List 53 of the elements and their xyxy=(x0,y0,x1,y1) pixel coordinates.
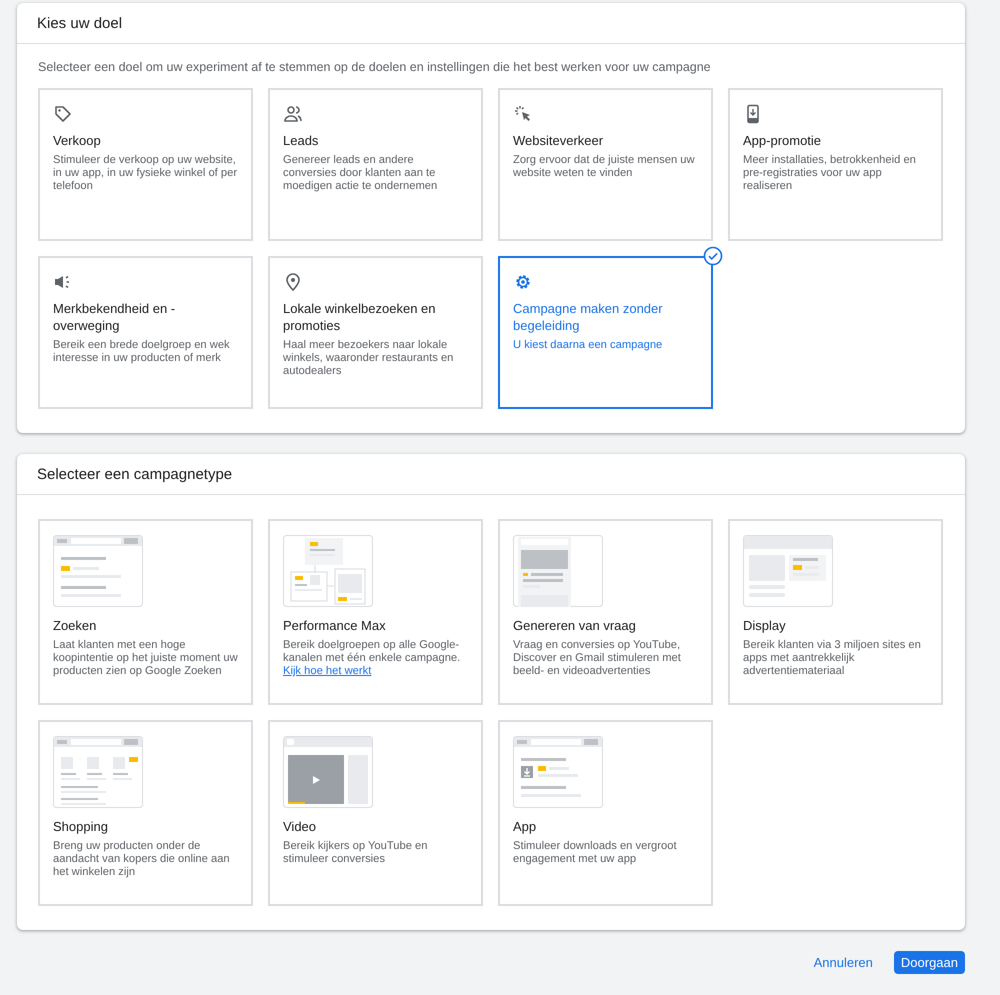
checkmark-icon xyxy=(703,246,723,266)
option-title: Leads xyxy=(283,132,318,149)
option-description: Stimuleer de verkoop op uw website, in uw app, in uw fysieke winkel of per telefoon xyxy=(53,154,238,193)
option-description: Bereik klanten via 3 miljoen sites en apps met aantrekkelijk advertentiemateriaal xyxy=(743,639,922,678)
option-description: Haal meer bezoekers naar lokale winkels, waaronder restaurants en autodealers xyxy=(283,339,454,378)
option-title: Campagne maken zonder begeleiding xyxy=(513,300,664,334)
option-description: U kiest daarna een campagne xyxy=(513,339,662,352)
option-title: Video xyxy=(283,818,316,835)
cancel-button[interactable]: Annuleren xyxy=(806,951,880,974)
option-description: Genereer leads en andere conversies door klanten aan te moedigen actie te ondernemen xyxy=(283,154,438,193)
campaign-type-option[interactable]: Performance Max Bereik doelgroepen op alle Google-kanalen met één enkele campagne. Kijk hoe het werkt xyxy=(268,519,483,705)
option-description: Bereik kijkers op YouTube en stimuleer conversies xyxy=(283,840,428,866)
section-title: Kies uw doel xyxy=(17,3,965,44)
option-description: Vraag en conversies op YouTube, Discover en Gmail stimuleren met beeld- en videoadvertenties xyxy=(513,639,682,678)
option-title: Websiteverkeer xyxy=(513,132,604,149)
option-description: Zorg ervoor dat de juiste mensen uw website weten te vinden xyxy=(513,154,696,180)
section-description: Selecteer een doel om uw experiment af te stemmen op de doelen en instellingen die het best werken voor uw campagne xyxy=(38,60,712,74)
option-title: Verkoop xyxy=(53,132,101,149)
option-title: Shopping xyxy=(53,818,108,835)
option-title: Merkbekendheid en -overweging xyxy=(53,300,176,334)
learn-more-link[interactable]: Kijk hoe het werkt xyxy=(283,665,372,677)
goal-option[interactable]: Merkbekendheid en -overweging Bereik een brede doelgroep en wek interesse in uw producten of merk xyxy=(38,256,253,409)
option-description: Breng uw producten onder de aandacht van kopers die online aan het winkelen zijn xyxy=(53,840,231,879)
campaign-type-option[interactable]: Shopping Breng uw producten onder de aandacht van kopers die online aan het winkelen zijn xyxy=(38,720,253,906)
option-title: Display xyxy=(743,617,786,634)
goal-option[interactable]: Websiteverkeer Zorg ervoor dat de juiste mensen uw website weten te vinden xyxy=(498,88,713,241)
option-description: Bereik doelgroepen op alle Google-kanalen met één enkele campagne. Kijk hoe het werkt xyxy=(283,639,462,678)
option-description: Stimuleer downloads en vergroot engagement met uw app xyxy=(513,840,678,866)
campaign-type-option[interactable]: Display Bereik klanten via 3 miljoen sites en apps met aantrekkelijk advertentiemateriaal xyxy=(728,519,943,705)
option-title: Genereren van vraag xyxy=(513,617,636,634)
goal-option[interactable]: App-promotie Meer installaties, betrokkenheid en pre-registraties voor uw app realiseren xyxy=(728,88,943,241)
option-description: Laat klanten met een hoge koopintentie op het juiste moment uw producten zien op Google Zoeken xyxy=(53,639,238,678)
campaign-type-option[interactable]: Video Bereik kijkers op YouTube en stimuleer conversies xyxy=(268,720,483,906)
section-title: Selecteer een campagnetype xyxy=(17,454,965,495)
continue-button[interactable]: Doorgaan xyxy=(894,951,965,974)
option-title: Lokale winkelbezoeken en promoties xyxy=(283,300,436,334)
option-title: App-promotie xyxy=(743,132,822,149)
tag-icon xyxy=(53,104,73,124)
option-description: Meer installaties, betrokkenheid en pre-registraties voor uw app realiseren xyxy=(743,154,917,193)
cursor-click-icon xyxy=(513,104,533,124)
people-icon xyxy=(283,104,303,124)
option-title: App xyxy=(513,818,536,835)
goal-option[interactable]: Verkoop Stimuleer de verkoop op uw website, in uw app, in uw fysieke winkel of per telefoon xyxy=(38,88,253,241)
goal-option[interactable]: Campagne maken zonder begeleiding U kiest daarna een campagne xyxy=(498,256,713,409)
campaign-type-option[interactable]: Zoeken Laat klanten met een hoge koopintentie op het juiste moment uw producten zien op Google Zoeken xyxy=(38,519,253,705)
goal-option[interactable]: Lokale winkelbezoeken en promoties Haal meer bezoekers naar lokale winkels, waaronder restaurants en autodealers xyxy=(268,256,483,409)
option-title: Zoeken xyxy=(53,617,96,634)
option-description: Bereik een brede doelgroep en wek interesse in uw producten of merk xyxy=(53,339,231,365)
campaign-type-option[interactable]: App Stimuleer downloads en vergroot engagement met uw app xyxy=(498,720,713,906)
location-pin-icon xyxy=(283,272,303,292)
goal-option[interactable]: Leads Genereer leads en andere conversies door klanten aan te moedigen actie te ondernemen xyxy=(268,88,483,241)
campaign-type-option[interactable]: Genereren van vraag Vraag en conversies op YouTube, Discover en Gmail stimuleren met beeld- en videoadvertenties xyxy=(498,519,713,705)
option-title: Performance Max xyxy=(283,617,386,634)
